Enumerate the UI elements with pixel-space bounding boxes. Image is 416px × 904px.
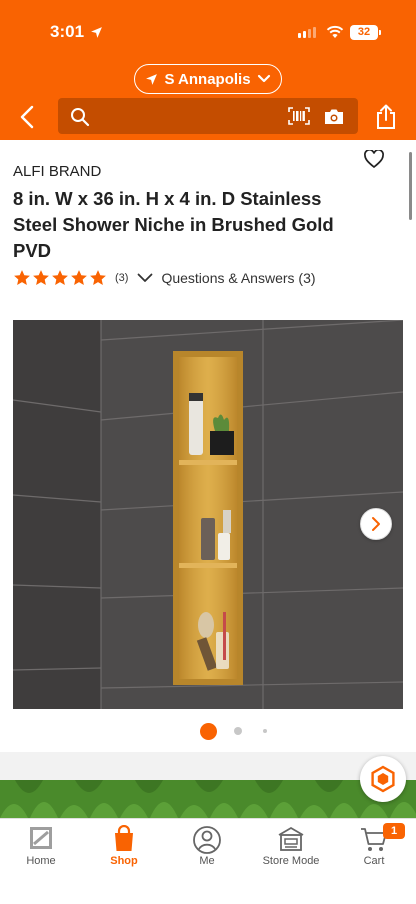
product-brand[interactable]: ALFI BRAND [13, 163, 101, 180]
chevron-down-icon[interactable] [137, 273, 153, 283]
heart-icon[interactable] [364, 150, 384, 168]
location-arrow-icon [91, 27, 102, 38]
star-rating [13, 269, 107, 287]
star-icon [52, 270, 68, 285]
store-selector-button[interactable]: S Annapolis [134, 64, 282, 94]
tab-home-label: Home [26, 855, 56, 867]
tab-home[interactable]: Home [1, 819, 81, 879]
promo-banner[interactable] [0, 780, 416, 818]
chevron-right-icon [372, 517, 380, 531]
tab-me-label: Me [199, 855, 215, 867]
section-divider [0, 752, 416, 780]
cellular-signal-icon [298, 27, 316, 38]
search-icon [71, 108, 90, 127]
star-icon [71, 270, 87, 285]
scrollbar-thumb[interactable] [409, 152, 412, 220]
tab-me[interactable]: Me [167, 819, 247, 879]
barcode-scan-icon[interactable] [288, 107, 310, 125]
image-pagination-dots [0, 722, 416, 740]
back-arrow-icon[interactable] [16, 104, 38, 130]
rating-count[interactable]: (3) [115, 272, 128, 284]
leaf-pattern [0, 780, 416, 818]
pagination-dot[interactable] [234, 727, 242, 735]
battery-indicator: 32 [350, 25, 381, 40]
rating-row[interactable]: (3) Questions & Answers (3) [13, 268, 316, 288]
home-depot-logo-icon [30, 827, 52, 849]
status-time: 3:01 [50, 22, 85, 41]
tab-store-mode-label: Store Mode [262, 855, 320, 867]
bottom-tab-bar: Home Shop Me Store Mode Cart [0, 818, 416, 904]
shop-bag-icon [115, 825, 133, 851]
cart-count-badge: 1 [383, 823, 405, 839]
pagination-dot[interactable] [263, 729, 267, 733]
assistant-hexagon-icon [371, 765, 395, 793]
next-image-button[interactable] [360, 508, 392, 540]
app-header: 3:01 32 S Annapolis [0, 0, 416, 140]
store-name: S Annapolis [164, 70, 251, 88]
person-icon [193, 826, 221, 854]
tab-store-mode[interactable]: Store Mode [251, 819, 331, 879]
location-arrow-icon [146, 73, 158, 85]
questions-answers-link[interactable]: Questions & Answers (3) [161, 270, 315, 286]
star-icon [90, 270, 106, 285]
star-icon [33, 270, 49, 285]
chevron-down-icon [257, 74, 270, 83]
star-icon [14, 270, 30, 285]
product-image[interactable] [13, 320, 403, 709]
share-icon[interactable] [374, 104, 398, 130]
tab-shop[interactable]: Shop [84, 819, 164, 879]
product-title: 8 in. W x 36 in. H x 4 in. D Stainless S… [13, 188, 334, 261]
tab-cart-label: Cart [363, 855, 385, 867]
assistant-button[interactable] [360, 756, 406, 802]
shower-niche-photo [13, 320, 403, 709]
tab-shop-label: Shop [110, 855, 138, 867]
search-input[interactable] [58, 98, 358, 134]
camera-icon[interactable] [323, 108, 345, 125]
store-icon [278, 826, 304, 851]
wifi-icon [326, 25, 344, 38]
pagination-dot-active[interactable] [200, 723, 217, 740]
